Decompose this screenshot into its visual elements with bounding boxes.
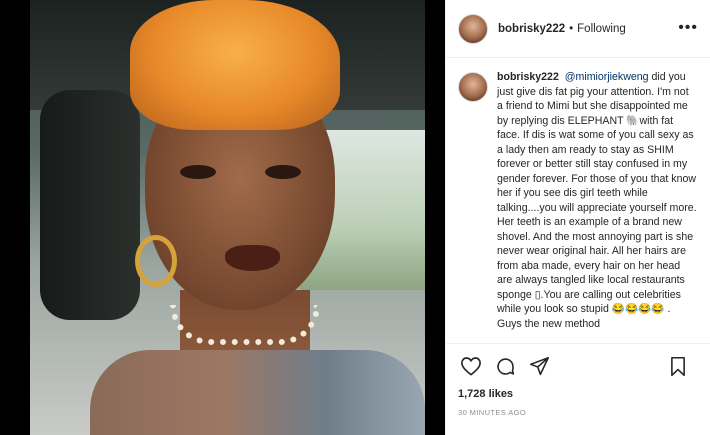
share-icon[interactable] xyxy=(526,354,552,378)
bookmark-icon[interactable] xyxy=(665,354,691,378)
post-media[interactable] xyxy=(0,0,445,435)
comment-icon[interactable] xyxy=(492,354,518,378)
post-timestamp[interactable]: 30 MINUTES AGO xyxy=(458,408,699,417)
earring xyxy=(135,235,177,287)
mention-link[interactable]: @mimiorjiekweng xyxy=(565,71,649,83)
person-eye-right xyxy=(265,165,301,179)
post-header: bobrisky222 • Following ••• xyxy=(446,0,710,58)
username-link[interactable]: bobrisky222 xyxy=(498,23,565,35)
post-sidebar: bobrisky222 • Following ••• bobrisky222 … xyxy=(445,0,710,435)
post-actions: 1,728 likes 30 MINUTES AGO xyxy=(446,343,710,435)
caption-username-link[interactable]: bobrisky222 xyxy=(497,71,559,83)
caption-area: bobrisky222 @mimiorjiekweng did you just… xyxy=(446,58,710,343)
necklace xyxy=(170,305,320,345)
action-icon-row xyxy=(458,354,699,378)
separator-dot: • xyxy=(569,22,574,35)
person-shoulder xyxy=(90,350,425,435)
person-mouth xyxy=(225,245,280,271)
car-headrest xyxy=(40,90,140,320)
person-eye-left xyxy=(180,165,216,179)
caption-text: bobrisky222 @mimiorjiekweng did you just… xyxy=(497,70,697,343)
heart-icon[interactable] xyxy=(458,354,484,378)
video-frame[interactable] xyxy=(30,0,425,435)
caption-body: did you just give dis fat pig your atten… xyxy=(497,71,697,330)
caption-avatar[interactable] xyxy=(458,72,488,102)
likes-count[interactable]: 1,728 likes xyxy=(458,388,699,400)
avatar[interactable] xyxy=(458,13,488,44)
more-horizontal-icon[interactable]: ••• xyxy=(678,20,698,36)
person-hair xyxy=(130,0,340,130)
following-button[interactable]: Following xyxy=(577,23,626,35)
header-text: bobrisky222 • Following xyxy=(498,23,626,35)
